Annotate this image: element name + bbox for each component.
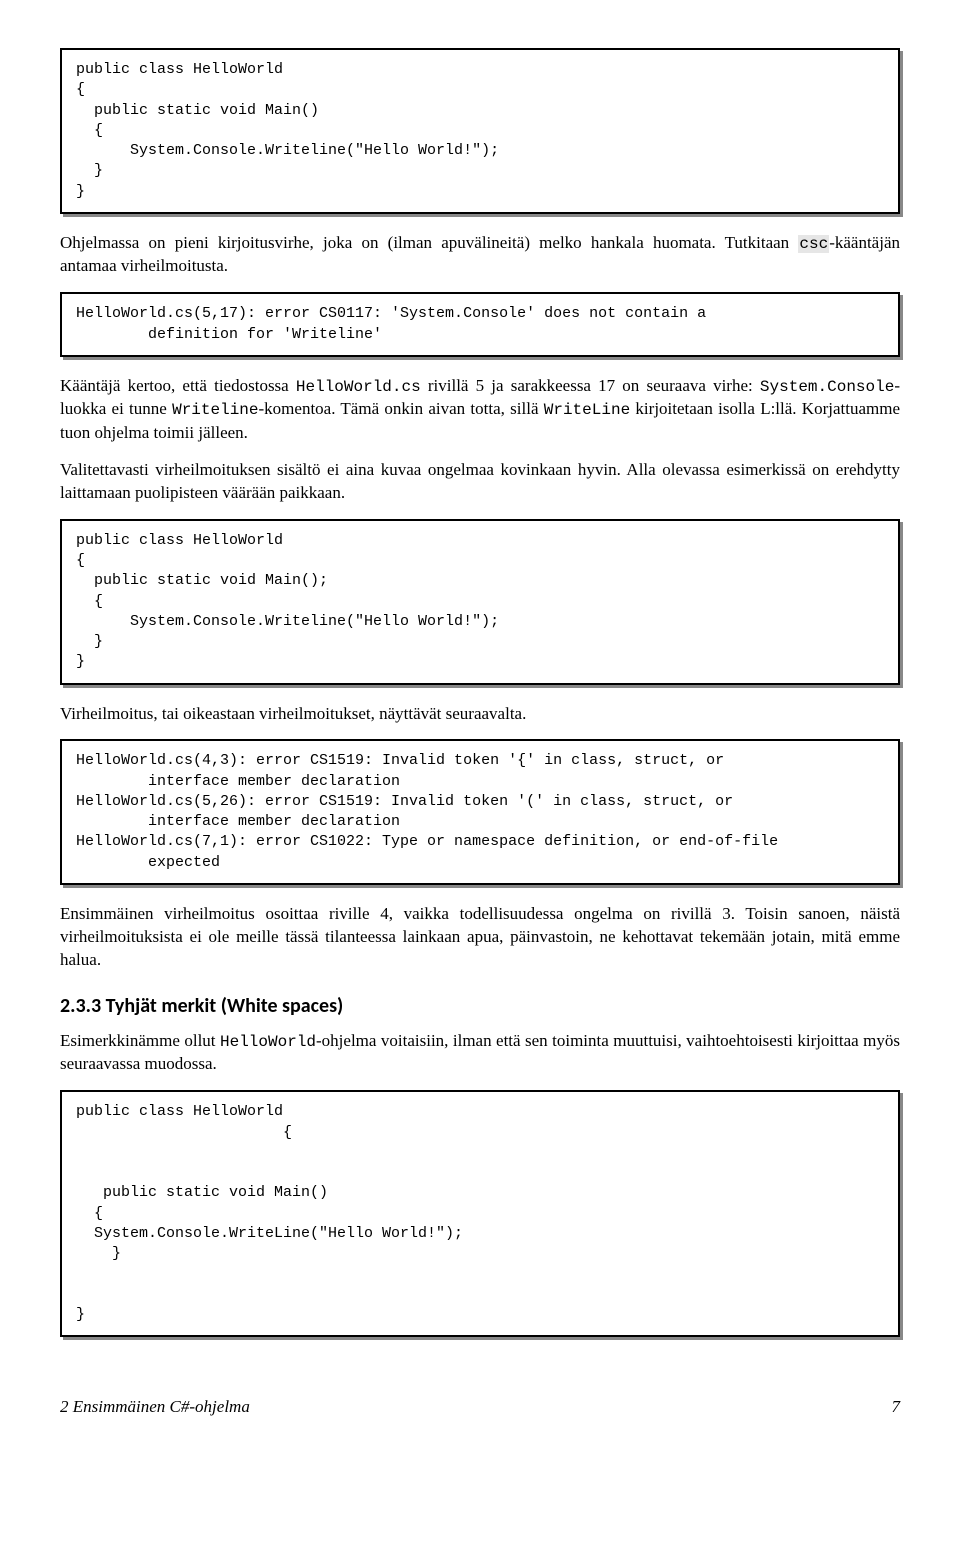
inline-code-helloworld: HelloWorld — [220, 1033, 316, 1051]
page-body: public class HelloWorld { public static … — [0, 0, 960, 1447]
text: Esimerkkinämme ollut — [60, 1031, 220, 1050]
code-block-1: public class HelloWorld { public static … — [60, 48, 900, 214]
code-block-4: HelloWorld.cs(4,3): error CS1519: Invali… — [60, 739, 900, 885]
inline-code-writeline: Writeline — [172, 401, 258, 419]
paragraph-1: Ohjelmassa on pieni kirjoitusvirhe, joka… — [60, 232, 900, 279]
inline-code-csc: csc — [798, 235, 829, 253]
footer-chapter-title: 2 Ensimmäinen C#-ohjelma — [60, 1397, 250, 1417]
inline-code-filename: HelloWorld.cs — [296, 378, 421, 396]
paragraph-3: Valitettavasti virheilmoituksen sisältö … — [60, 459, 900, 505]
paragraph-6: Esimerkkinämme ollut HelloWorld-ohjelma … — [60, 1030, 900, 1077]
code-block-3: public class HelloWorld { public static … — [60, 519, 900, 685]
footer-page-number: 7 — [892, 1397, 901, 1417]
paragraph-2: Kääntäjä kertoo, että tiedostossa HelloW… — [60, 375, 900, 445]
inline-code-system-console: System.Console — [760, 378, 894, 396]
text: Kääntäjä kertoo, että tiedostossa — [60, 376, 296, 395]
paragraph-5: Ensimmäinen virheilmoitus osoittaa rivil… — [60, 903, 900, 972]
code-block-2: HelloWorld.cs(5,17): error CS0117: 'Syst… — [60, 292, 900, 357]
page-footer: 2 Ensimmäinen C#-ohjelma 7 — [60, 1397, 900, 1417]
text: Ohjelmassa on pieni kirjoitusvirhe, joka… — [60, 233, 798, 252]
code-block-5: public class HelloWorld { public static … — [60, 1090, 900, 1337]
text: -komentoa. Tämä onkin aivan totta, sillä — [259, 399, 544, 418]
inline-code-writeline-cap: WriteLine — [544, 401, 630, 419]
paragraph-4: Virheilmoitus, tai oikeastaan virheilmoi… — [60, 703, 900, 726]
text: rivillä 5 ja sarakkeessa 17 on seuraava … — [421, 376, 760, 395]
section-heading-whitespace: 2.3.3 Tyhjät merkit (White spaces) — [60, 994, 900, 1018]
